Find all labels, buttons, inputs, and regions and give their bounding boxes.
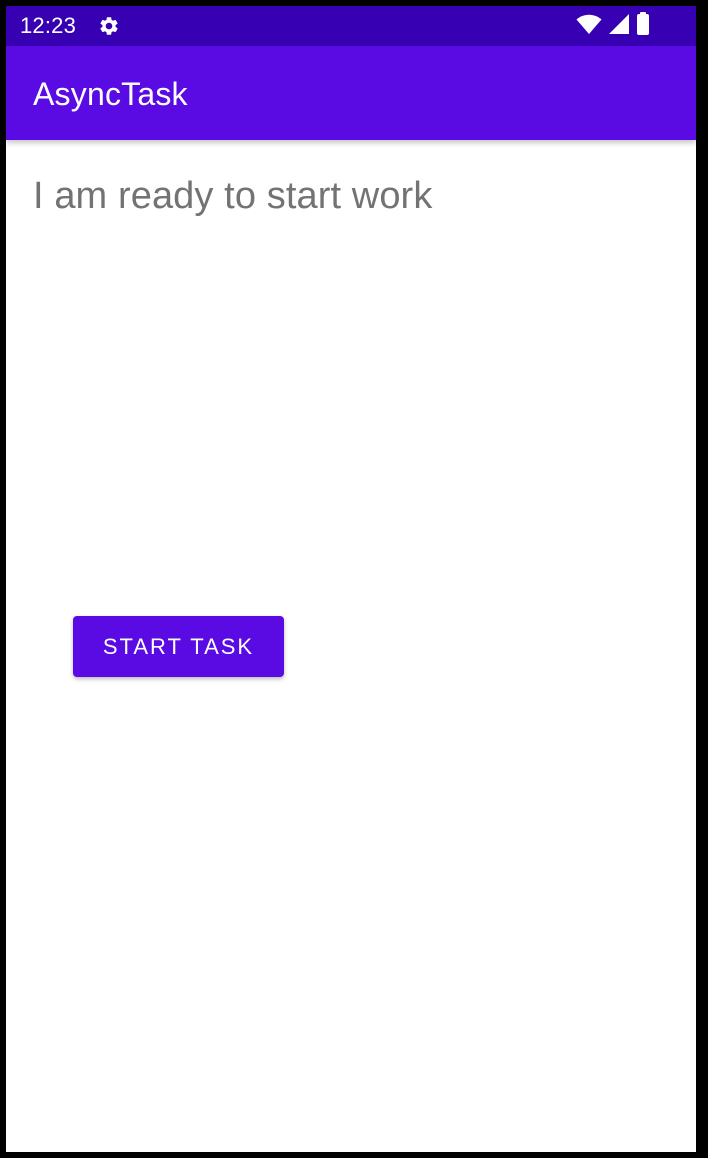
status-message: I am ready to start work [33, 175, 433, 217]
app-title: AsyncTask [33, 76, 188, 112]
settings-gear-icon [98, 15, 120, 37]
status-icons [576, 11, 650, 41]
battery-icon [636, 11, 650, 41]
app-bar: AsyncTask [6, 46, 696, 140]
start-task-button[interactable]: START TASK [73, 616, 284, 677]
status-time: 12:23 [20, 13, 77, 38]
status-bar: 12:23 [6, 6, 696, 46]
wifi-icon [576, 13, 602, 40]
cellular-signal-icon [608, 13, 630, 40]
phone-screen: 12:23 AsyncTask I am ready to start work… [6, 6, 696, 1152]
